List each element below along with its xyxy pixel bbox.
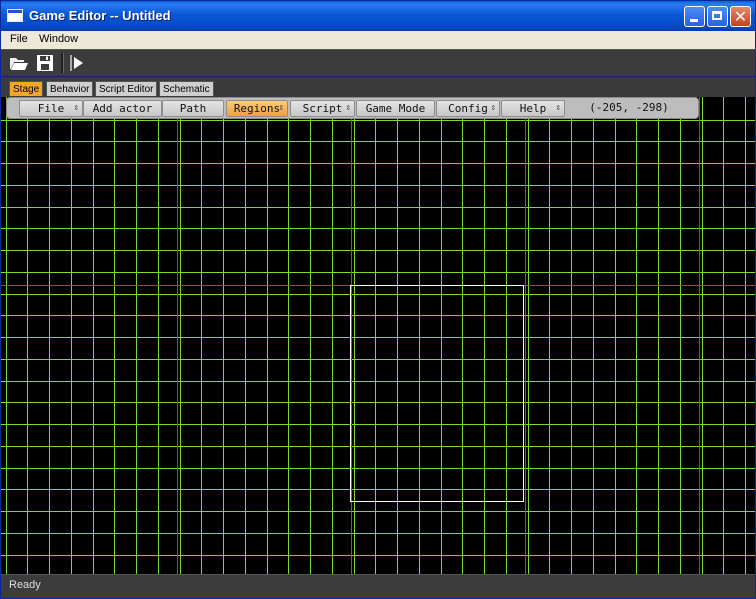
add-actor-button[interactable]: Add actor (83, 100, 162, 117)
dropdown-arrow-icon: ⇕ (490, 103, 496, 113)
toolbar (1, 49, 755, 76)
app-window: Game Editor -- Untitled ✕ File Window St… (0, 0, 756, 599)
status-text: Ready (9, 579, 41, 591)
title-bar[interactable]: Game Editor -- Untitled ✕ (1, 1, 755, 31)
regions-label: Regions (233, 102, 281, 115)
status-bar: Ready (1, 574, 755, 598)
tab-stage[interactable]: Stage (9, 81, 44, 96)
script-button[interactable]: Script ⇕ (290, 100, 355, 117)
regions-button[interactable]: Regions ⇕ (226, 100, 288, 117)
stage-grid (1, 97, 755, 574)
app-icon (7, 9, 23, 22)
dropdown-arrow-icon: ⇕ (345, 103, 351, 113)
dropdown-arrow-icon: ⇕ (73, 103, 79, 113)
stage-file-button[interactable]: File ⇕ (19, 100, 83, 117)
path-label: Path (179, 102, 207, 115)
menu-window[interactable]: Window (39, 33, 78, 45)
menu-bar: File Window (1, 31, 755, 49)
stage-file-label: File (37, 102, 65, 115)
tab-schematic[interactable]: Schematic (159, 81, 214, 96)
game-mode-label: Game Mode (365, 102, 426, 115)
close-button[interactable]: ✕ (730, 6, 751, 27)
stage-canvas[interactable] (1, 97, 755, 574)
help-button[interactable]: Help ⇕ (501, 100, 565, 117)
save-disk-icon[interactable] (35, 53, 55, 73)
help-label: Help (519, 102, 547, 115)
toolbar-separator (61, 53, 64, 73)
minimize-button[interactable] (684, 6, 705, 27)
path-button[interactable]: Path (162, 100, 224, 117)
maximize-button[interactable] (707, 6, 728, 27)
tab-strip: Stage Behavior Script Editor Schematic (1, 77, 755, 97)
open-folder-icon[interactable] (9, 53, 29, 73)
play-icon[interactable] (67, 53, 87, 73)
close-icon: ✕ (733, 7, 748, 26)
dropdown-arrow-icon: ⇕ (278, 103, 284, 113)
menu-file[interactable]: File (10, 33, 28, 45)
view-region-rect[interactable] (350, 285, 524, 502)
tab-behavior[interactable]: Behavior (46, 81, 94, 96)
dropdown-arrow-icon: ⇕ (555, 103, 561, 113)
add-actor-label: Add actor (92, 102, 153, 115)
cursor-coordinates: (-205, -298) (589, 101, 669, 114)
window-title: Game Editor -- Untitled (29, 8, 171, 23)
game-mode-button[interactable]: Game Mode (356, 100, 435, 117)
config-label: Config (448, 102, 488, 115)
script-label: Script (302, 102, 343, 115)
config-button[interactable]: Config ⇕ (436, 100, 500, 117)
tab-script-editor[interactable]: Script Editor (95, 81, 158, 96)
stage-menu: File ⇕ Add actor Path Regions ⇕ Script ⇕ Ga… (6, 97, 699, 119)
